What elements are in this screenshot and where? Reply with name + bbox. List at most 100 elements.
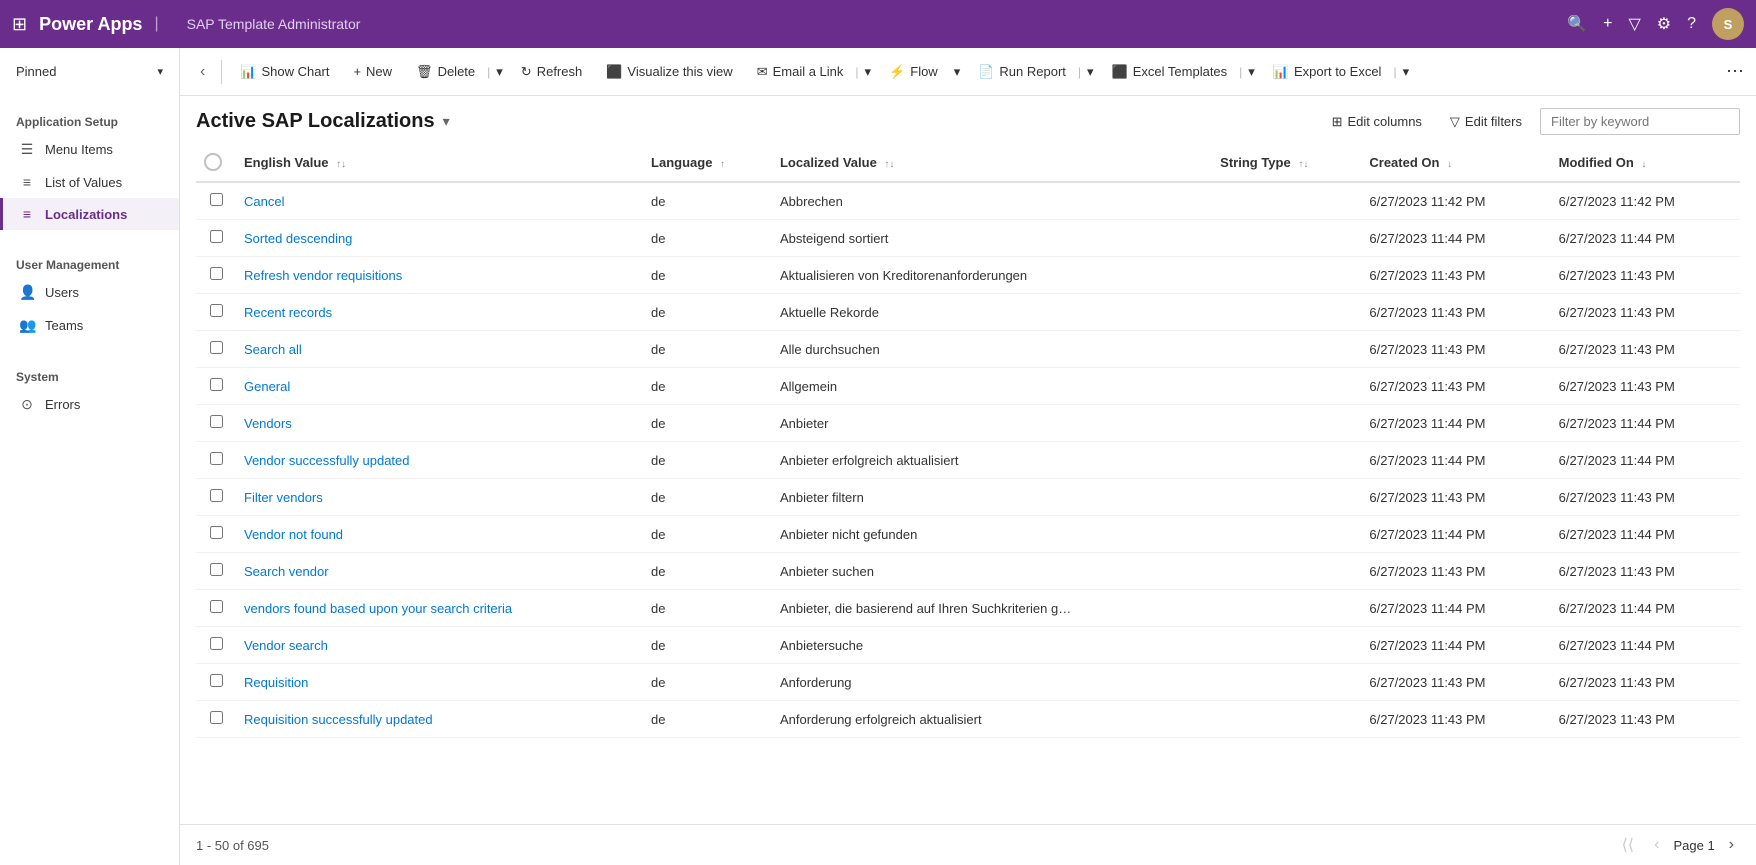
sidebar-item-menu-items[interactable]: ☰ Menu Items [0, 133, 179, 166]
row-checkbox-cell[interactable] [196, 516, 236, 553]
delete-button[interactable]: 🗑 Delete [406, 59, 485, 85]
col-language[interactable]: Language ↑ [643, 143, 772, 182]
refresh-button[interactable]: ↻ Refresh [511, 59, 592, 85]
excel-templates-button[interactable]: ⬛ Excel Templates [1102, 59, 1238, 85]
english-value-link[interactable]: Cancel [244, 194, 284, 209]
row-english-value[interactable]: Vendor successfully updated [236, 442, 643, 479]
row-checkbox[interactable] [210, 563, 223, 576]
row-checkbox-cell[interactable] [196, 479, 236, 516]
row-checkbox[interactable] [210, 637, 223, 650]
english-value-link[interactable]: vendors found based upon your search cri… [244, 601, 512, 616]
row-checkbox-cell[interactable] [196, 257, 236, 294]
run-report-dropdown-caret[interactable]: ▾ [1083, 59, 1098, 85]
english-value-link[interactable]: General [244, 379, 290, 394]
row-checkbox-cell[interactable] [196, 294, 236, 331]
row-english-value[interactable]: Search vendor [236, 553, 643, 590]
english-value-link[interactable]: Search vendor [244, 564, 329, 579]
export-excel-button[interactable]: 📊 Export to Excel [1263, 59, 1392, 85]
col-localized-value[interactable]: Localized Value ↑↓ [772, 143, 1212, 182]
grid-icon[interactable]: ⊞ [12, 14, 27, 35]
english-value-link[interactable]: Requisition successfully updated [244, 712, 433, 727]
flow-dropdown-caret[interactable]: ▾ [950, 59, 965, 85]
sidebar-item-users[interactable]: 👤 Users [0, 276, 179, 309]
row-checkbox-cell[interactable] [196, 701, 236, 738]
row-english-value[interactable]: Vendors [236, 405, 643, 442]
next-page-button[interactable]: › [1723, 834, 1740, 856]
col-modified-on[interactable]: Modified On ↓ [1551, 143, 1740, 182]
sidebar-item-errors[interactable]: ⊙ Errors [0, 388, 179, 421]
sidebar-item-list-of-values[interactable]: ≡ List of Values [0, 166, 179, 198]
row-checkbox-cell[interactable] [196, 182, 236, 220]
flow-button[interactable]: ⚡ Flow [879, 59, 948, 85]
first-page-button[interactable]: ⟨⟨ [1616, 833, 1640, 857]
back-button[interactable]: ‹ [192, 58, 213, 86]
filter-icon[interactable]: ▽ [1628, 14, 1640, 34]
row-checkbox-cell[interactable] [196, 664, 236, 701]
row-checkbox[interactable] [210, 304, 223, 317]
row-checkbox[interactable] [210, 267, 223, 280]
row-english-value[interactable]: Requisition successfully updated [236, 701, 643, 738]
row-checkbox-cell[interactable] [196, 405, 236, 442]
row-checkbox[interactable] [210, 600, 223, 613]
row-english-value[interactable]: Search all [236, 331, 643, 368]
delete-dropdown-caret[interactable]: ▾ [492, 59, 507, 85]
sidebar-item-localizations[interactable]: ≡ Localizations [0, 198, 179, 230]
row-english-value[interactable]: General [236, 368, 643, 405]
english-value-link[interactable]: Vendor not found [244, 527, 343, 542]
row-english-value[interactable]: Sorted descending [236, 220, 643, 257]
prev-page-button[interactable]: ‹ [1648, 834, 1665, 856]
col-english-value[interactable]: English Value ↑↓ [236, 143, 643, 182]
english-value-link[interactable]: Search all [244, 342, 302, 357]
row-checkbox-cell[interactable] [196, 590, 236, 627]
help-icon[interactable]: ? [1687, 15, 1696, 33]
row-checkbox[interactable] [210, 489, 223, 502]
row-checkbox[interactable] [210, 230, 223, 243]
row-checkbox[interactable] [210, 711, 223, 724]
visualize-button[interactable]: ⬛ Visualize this view [596, 59, 742, 85]
english-value-link[interactable]: Vendors [244, 416, 292, 431]
avatar[interactable]: S [1712, 8, 1744, 40]
sidebar-pinned[interactable]: Pinned ▾ [0, 56, 179, 87]
english-value-link[interactable]: Refresh vendor requisitions [244, 268, 402, 283]
excel-templates-dropdown-caret[interactable]: ▾ [1244, 59, 1259, 85]
sidebar-item-teams[interactable]: 👥 Teams [0, 309, 179, 342]
col-created-on[interactable]: Created On ↓ [1361, 143, 1550, 182]
export-excel-dropdown-caret[interactable]: ▾ [1399, 59, 1414, 85]
row-checkbox[interactable] [210, 415, 223, 428]
row-english-value[interactable]: Requisition [236, 664, 643, 701]
row-checkbox[interactable] [210, 452, 223, 465]
col-string-type[interactable]: String Type ↑↓ [1212, 143, 1361, 182]
english-value-link[interactable]: Filter vendors [244, 490, 323, 505]
new-button[interactable]: + New [343, 59, 402, 84]
email-link-button[interactable]: ✉ Email a Link [747, 59, 854, 85]
edit-columns-button[interactable]: ⊞ Edit columns [1322, 109, 1432, 135]
english-value-link[interactable]: Requisition [244, 675, 308, 690]
row-english-value[interactable]: Cancel [236, 182, 643, 220]
row-checkbox[interactable] [210, 378, 223, 391]
page-title-caret[interactable]: ▾ [443, 113, 450, 130]
row-checkbox-cell[interactable] [196, 627, 236, 664]
email-link-dropdown-caret[interactable]: ▾ [861, 59, 876, 85]
search-icon[interactable]: 🔍 [1567, 14, 1587, 34]
run-report-button[interactable]: 📄 Run Report [968, 59, 1076, 85]
row-checkbox[interactable] [210, 193, 223, 206]
edit-filters-button[interactable]: ▽ Edit filters [1440, 109, 1532, 135]
row-checkbox-cell[interactable] [196, 553, 236, 590]
row-english-value[interactable]: Refresh vendor requisitions [236, 257, 643, 294]
row-english-value[interactable]: vendors found based upon your search cri… [236, 590, 643, 627]
select-all-checkbox[interactable] [204, 153, 222, 171]
row-english-value[interactable]: Recent records [236, 294, 643, 331]
toolbar-more-button[interactable]: ⋯ [1726, 61, 1744, 82]
english-value-link[interactable]: Sorted descending [244, 231, 352, 246]
row-checkbox[interactable] [210, 674, 223, 687]
row-checkbox[interactable] [210, 526, 223, 539]
show-chart-button[interactable]: 📊 Show Chart [230, 59, 339, 85]
english-value-link[interactable]: Vendor search [244, 638, 328, 653]
add-icon[interactable]: + [1603, 15, 1612, 33]
row-checkbox-cell[interactable] [196, 442, 236, 479]
filter-by-keyword-input[interactable] [1540, 108, 1740, 135]
row-checkbox-cell[interactable] [196, 220, 236, 257]
row-english-value[interactable]: Vendor not found [236, 516, 643, 553]
settings-icon[interactable]: ⚙ [1657, 14, 1671, 34]
row-checkbox[interactable] [210, 341, 223, 354]
